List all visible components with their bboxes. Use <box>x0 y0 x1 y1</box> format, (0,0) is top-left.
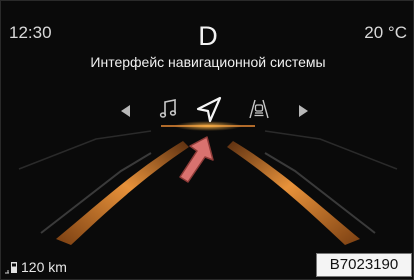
navigation-icon[interactable] <box>194 95 224 125</box>
chevron-left-icon[interactable] <box>119 104 131 118</box>
menu-title: Интерфейс навигационной системы <box>90 54 326 70</box>
outside-temperature: 20 °C <box>364 23 407 42</box>
gear-indicator: D <box>198 21 218 51</box>
chevron-right-icon[interactable] <box>298 104 310 118</box>
image-code-label: B7023190 <box>316 253 412 277</box>
fuel-range: 120 km <box>21 259 67 275</box>
instrument-cluster-screen: 12:30 D 20 °C Интерфейс навигационной си… <box>0 0 414 280</box>
music-icon[interactable] <box>156 97 180 121</box>
pointer-arrow-icon <box>179 136 214 183</box>
driver-assist-icon[interactable] <box>247 97 271 121</box>
fuel-pump-icon <box>5 262 17 274</box>
